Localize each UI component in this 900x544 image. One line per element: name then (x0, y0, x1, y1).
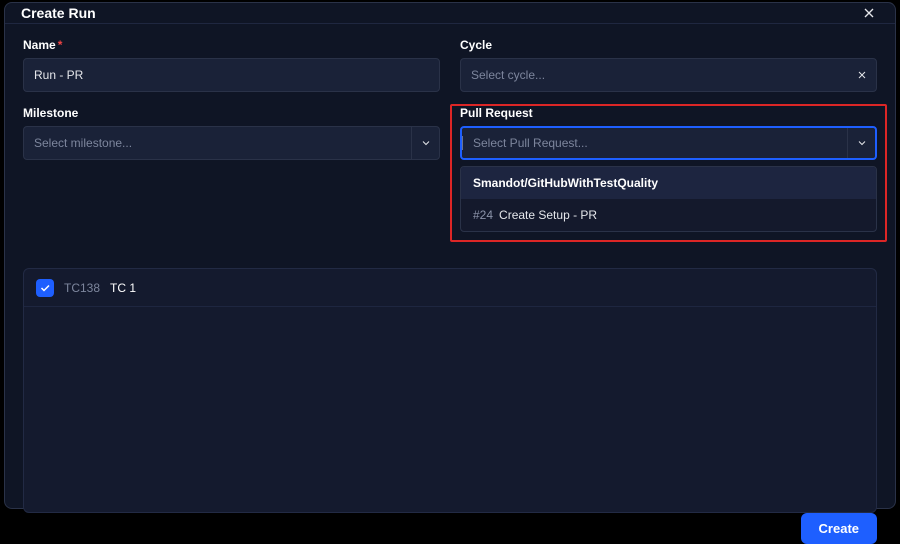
table-row[interactable]: TC138 TC 1 (24, 269, 876, 307)
pull-request-caret[interactable] (847, 128, 875, 158)
check-icon (39, 282, 51, 294)
milestone-caret[interactable] (411, 127, 439, 159)
milestone-placeholder: Select milestone... (24, 136, 411, 150)
modal-footer: Create (5, 513, 895, 544)
close-icon (856, 69, 868, 81)
milestone-field: Milestone Select milestone... (23, 106, 440, 160)
milestone-select[interactable]: Select milestone... (23, 126, 440, 160)
cycle-label: Cycle (460, 38, 492, 52)
create-button[interactable]: Create (801, 513, 877, 544)
modal-header: Create Run (5, 3, 895, 24)
pr-dropdown-item[interactable]: #24 Create Setup - PR (461, 199, 876, 231)
pull-request-highlight: Pull Request Select Pull Request... Sman… (450, 104, 887, 242)
pull-request-label: Pull Request (460, 106, 533, 120)
test-case-name: TC 1 (110, 281, 136, 295)
left-column: Name * Milestone Select milestone... (23, 38, 440, 242)
chevron-down-icon (856, 137, 868, 149)
pr-dropdown-group: Smandot/GitHubWithTestQuality (461, 167, 876, 199)
right-column: Cycle Select cycle... Pull Request (460, 38, 877, 242)
pr-item-label: Create Setup - PR (499, 208, 597, 222)
cycle-select[interactable]: Select cycle... (460, 58, 877, 92)
milestone-label: Milestone (23, 106, 78, 120)
cycle-placeholder: Select cycle... (461, 68, 848, 82)
test-case-checkbox[interactable] (36, 279, 54, 297)
test-case-list: TC138 TC 1 (23, 268, 877, 513)
cycle-clear[interactable] (848, 59, 876, 91)
pull-request-dropdown: Smandot/GitHubWithTestQuality #24 Create … (460, 166, 877, 232)
name-field: Name * (23, 38, 440, 92)
cycle-field: Cycle Select cycle... (460, 38, 877, 92)
close-button[interactable] (859, 3, 879, 23)
required-asterisk: * (58, 38, 63, 52)
pull-request-field: Pull Request Select Pull Request... (460, 106, 877, 160)
pr-item-number: #24 (473, 208, 493, 222)
pull-request-select[interactable]: Select Pull Request... (460, 126, 877, 160)
name-input[interactable] (23, 58, 440, 92)
close-icon (861, 5, 877, 21)
chevron-down-icon (420, 137, 432, 149)
name-label: Name (23, 38, 56, 52)
create-run-modal: Create Run Name * Milestone (4, 2, 896, 509)
modal-body: Name * Milestone Select milestone... (5, 24, 895, 513)
test-case-id: TC138 (64, 281, 100, 295)
pull-request-placeholder: Select Pull Request... (462, 136, 847, 150)
modal-title: Create Run (21, 5, 96, 21)
